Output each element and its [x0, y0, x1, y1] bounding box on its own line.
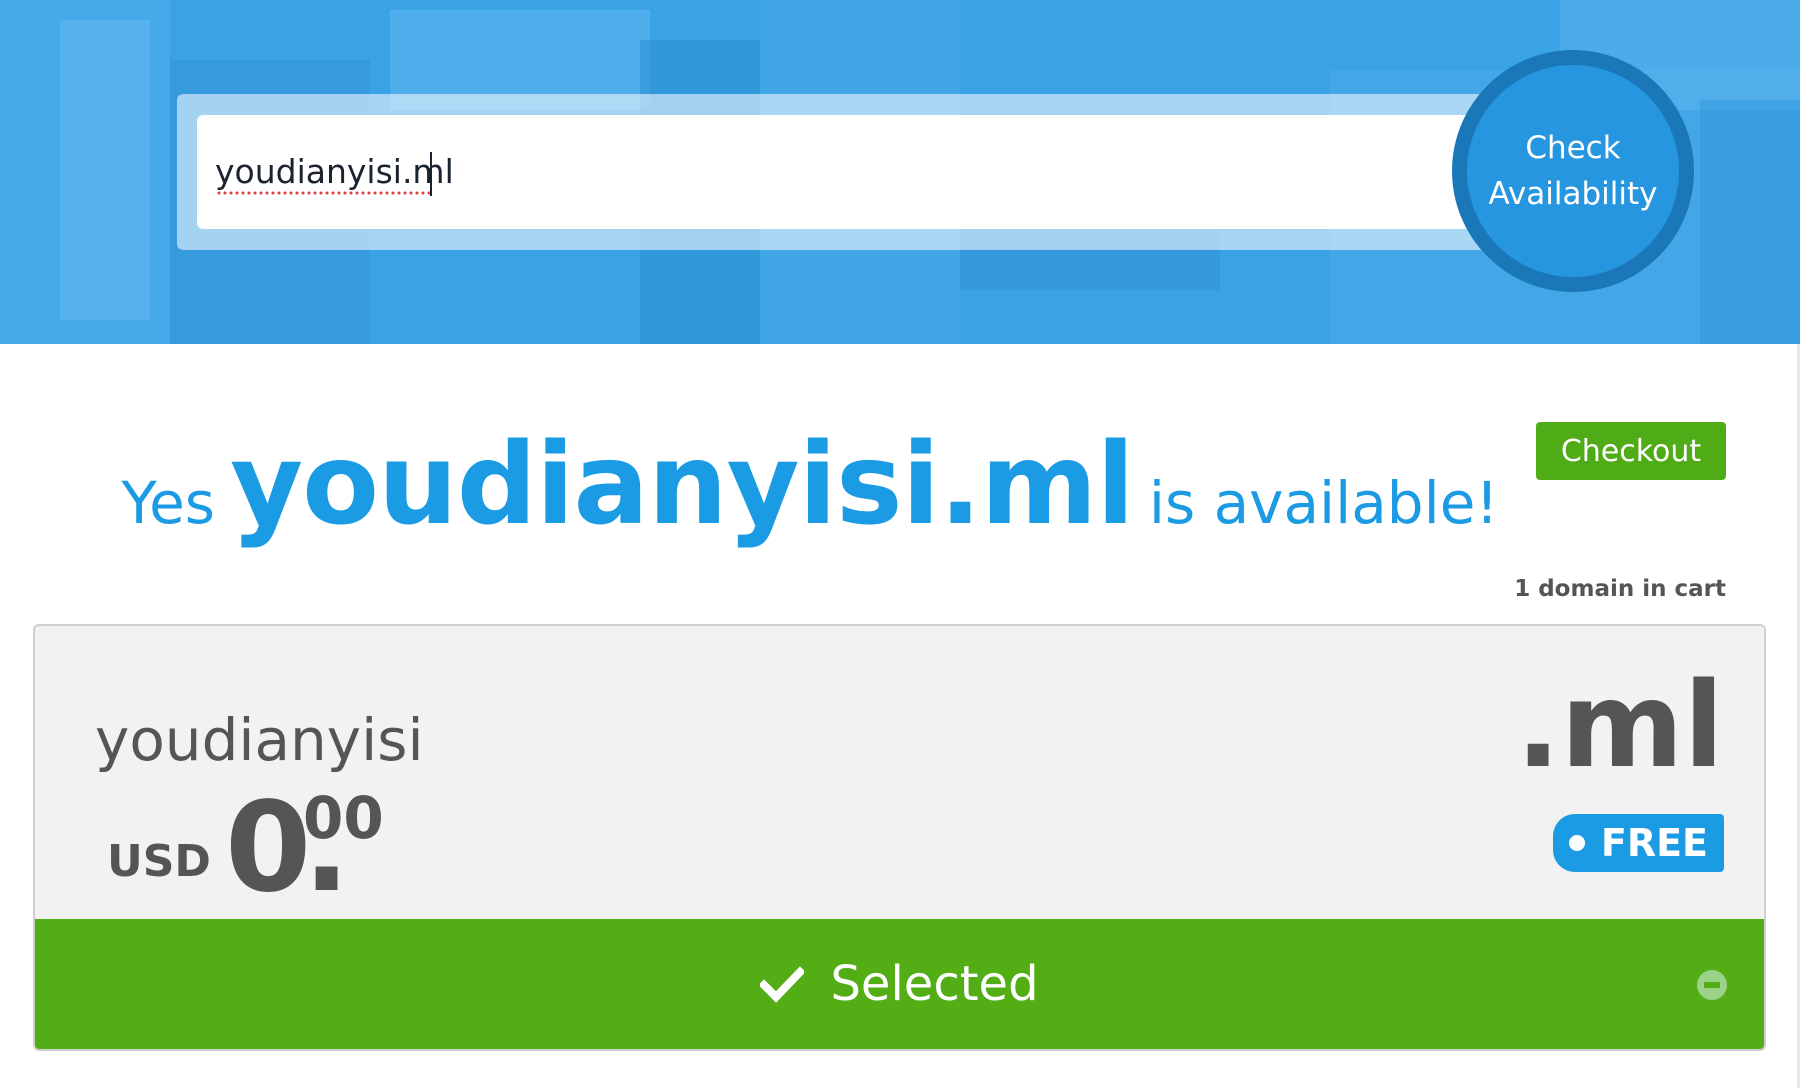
search-panel [177, 94, 1502, 250]
check-availability-line2: Availability [1488, 176, 1658, 212]
free-badge: FREE [1552, 814, 1724, 872]
selected-label: Selected [830, 956, 1039, 1012]
search-hero-banner: Check Availability [0, 0, 1800, 344]
free-badge-label: FREE [1600, 821, 1708, 865]
domain-search-input[interactable] [197, 115, 1487, 229]
price-currency: USD [107, 836, 211, 887]
price-whole: 0 [225, 776, 312, 920]
headline-domain: youdianyisi.ml [230, 420, 1135, 550]
headline-yes: Yes [121, 469, 215, 537]
page: Check Availability Yes youdianyisi.ml is… [0, 0, 1800, 1088]
availability-headline: Yes youdianyisi.ml is available! [0, 420, 1620, 550]
selected-content: Selected [35, 919, 1764, 1049]
domain-card: youdianyisi USD 0 . 00 .ml FREE Selected [33, 624, 1766, 1051]
spellcheck-underline [216, 190, 430, 196]
check-availability-button[interactable]: Check Availability [1467, 65, 1679, 277]
checkout-button[interactable]: Checkout [1536, 422, 1726, 480]
check-availability-line1: Check [1525, 130, 1621, 166]
domain-tld: .ml [1515, 656, 1724, 794]
selected-toggle-button[interactable]: Selected [35, 919, 1764, 1049]
minus-circle-icon[interactable] [1696, 969, 1728, 1001]
cart-count: 1 domain in cart [1514, 576, 1726, 602]
headline-available: is available! [1148, 469, 1499, 537]
text-caret [430, 152, 432, 196]
dot-icon [1568, 835, 1585, 851]
price-cents: 00 [303, 784, 384, 852]
domain-name: youdianyisi [95, 706, 424, 774]
check-icon [760, 966, 805, 1003]
